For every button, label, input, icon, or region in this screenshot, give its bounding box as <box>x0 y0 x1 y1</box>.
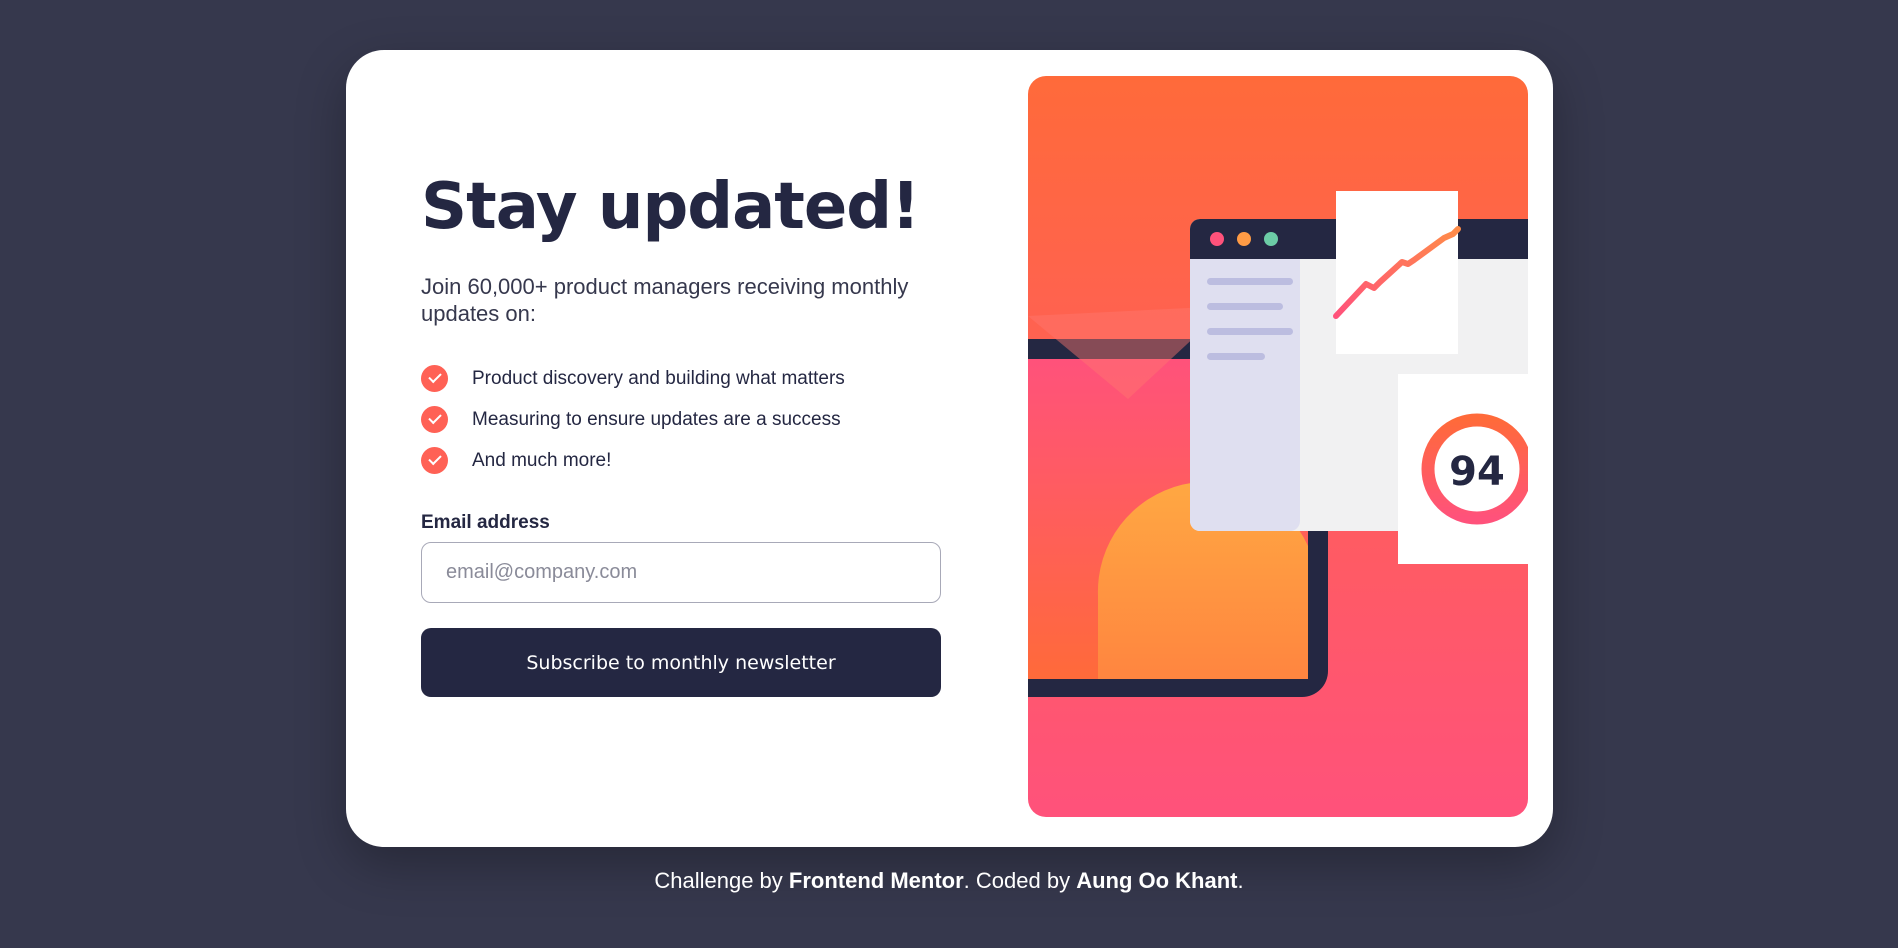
window-dot-orange <box>1237 232 1251 246</box>
footer-attribution: Challenge by Frontend Mentor. Coded by A… <box>0 868 1898 894</box>
feature-list: Product discovery and building what matt… <box>421 358 941 481</box>
subscribe-button[interactable]: Subscribe to monthly newsletter <box>421 628 941 697</box>
feature-item: Measuring to ensure updates are a succes… <box>421 399 941 440</box>
score-value: 94 <box>1449 449 1505 495</box>
feature-item: Product discovery and building what matt… <box>421 358 941 399</box>
email-input[interactable] <box>421 542 941 603</box>
check-icon <box>421 447 448 474</box>
footer-suffix: . <box>1237 868 1244 893</box>
illustration-graphic: 94 <box>1028 76 1528 817</box>
chart-card <box>1336 191 1458 354</box>
email-label: Email address <box>421 512 550 533</box>
footer-prefix: Challenge by <box>654 868 789 893</box>
check-icon <box>421 406 448 433</box>
window-dot-red <box>1210 232 1224 246</box>
author-link[interactable]: Aung Oo Khant <box>1076 868 1237 893</box>
feature-text: And much more! <box>472 449 612 471</box>
signup-content: Stay updated! Join 60,000+ product manag… <box>421 175 941 697</box>
intro-text: Join 60,000+ product managers receiving … <box>421 274 909 326</box>
feature-item: And much more! <box>421 440 941 481</box>
footer-middle: . Coded by <box>963 868 1077 893</box>
page-title: Stay updated! <box>421 170 920 244</box>
hero-illustration: 94 <box>1028 76 1528 817</box>
browser-sidebar <box>1190 259 1300 521</box>
window-dot-green <box>1264 232 1278 246</box>
feature-text: Product discovery and building what matt… <box>472 367 845 389</box>
feature-text: Measuring to ensure updates are a succes… <box>472 408 841 430</box>
frontend-mentor-link[interactable]: Frontend Mentor <box>789 868 964 893</box>
check-icon <box>421 365 448 392</box>
newsletter-card: Stay updated! Join 60,000+ product manag… <box>346 50 1553 847</box>
